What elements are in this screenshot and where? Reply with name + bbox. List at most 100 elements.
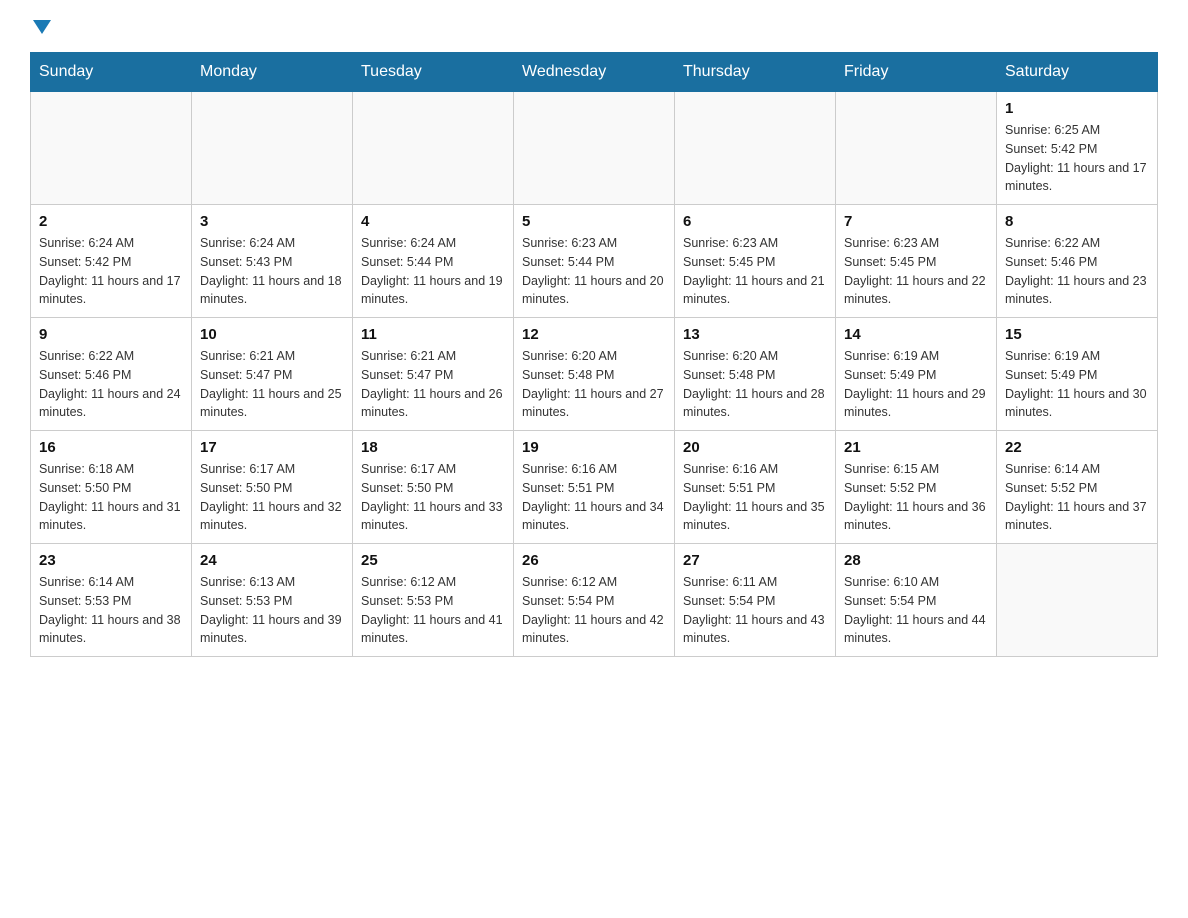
calendar-cell [997, 544, 1158, 657]
day-info: Sunrise: 6:13 AM Sunset: 5:53 PM Dayligh… [200, 573, 344, 648]
weekday-header-thursday: Thursday [675, 53, 836, 92]
day-info: Sunrise: 6:21 AM Sunset: 5:47 PM Dayligh… [200, 347, 344, 422]
day-info: Sunrise: 6:23 AM Sunset: 5:44 PM Dayligh… [522, 234, 666, 309]
calendar-cell: 9 Sunrise: 6:22 AM Sunset: 5:46 PM Daylig… [31, 318, 192, 431]
day-number: 27 [683, 552, 827, 569]
calendar-cell: 5Sunrise: 6:23 AM Sunset: 5:44 PM Daylig… [514, 205, 675, 318]
day-info: Sunrise: 6:24 AM Sunset: 5:43 PM Dayligh… [200, 234, 344, 309]
calendar-cell: 23 Sunrise: 6:14 AM Sunset: 5:53 PM Dayli… [31, 544, 192, 657]
logo [30, 20, 51, 32]
calendar-cell: 17Sunrise: 6:17 AM Sunset: 5:50 PM Dayli… [192, 431, 353, 544]
calendar-cell: 22 Sunrise: 6:14 AM Sunset: 5:52 PM Dayli… [997, 431, 1158, 544]
day-number: 21 [844, 439, 988, 456]
day-info: Sunrise: 6:11 AM Sunset: 5:54 PM Dayligh… [683, 573, 827, 648]
day-info: Sunrise: 6:17 AM Sunset: 5:50 PM Dayligh… [361, 460, 505, 535]
day-number: 24 [200, 552, 344, 569]
day-number: 19 [522, 439, 666, 456]
day-number: 7 [844, 213, 988, 230]
calendar-cell: 8 Sunrise: 6:22 AM Sunset: 5:46 PM Daylig… [997, 205, 1158, 318]
calendar-cell: 3 Sunrise: 6:24 AM Sunset: 5:43 PM Daylig… [192, 205, 353, 318]
calendar-cell: 28 Sunrise: 6:10 AM Sunset: 5:54 PM Dayli… [836, 544, 997, 657]
week-row-3: 9 Sunrise: 6:22 AM Sunset: 5:46 PM Daylig… [31, 318, 1158, 431]
calendar-cell: 4 Sunrise: 6:24 AM Sunset: 5:44 PM Daylig… [353, 205, 514, 318]
day-number: 4 [361, 213, 505, 230]
day-info: Sunrise: 6:22 AM Sunset: 5:46 PM Dayligh… [39, 347, 183, 422]
day-number: 25 [361, 552, 505, 569]
calendar-cell: 20 Sunrise: 6:16 AM Sunset: 5:51 PM Dayli… [675, 431, 836, 544]
calendar-cell: 13 Sunrise: 6:20 AM Sunset: 5:48 PM Dayli… [675, 318, 836, 431]
weekday-header-row: SundayMondayTuesdayWednesdayThursdayFrid… [31, 53, 1158, 92]
weekday-header-wednesday: Wednesday [514, 53, 675, 92]
calendar-cell: 2 Sunrise: 6:24 AM Sunset: 5:42 PM Daylig… [31, 205, 192, 318]
day-info: Sunrise: 6:12 AM Sunset: 5:54 PM Dayligh… [522, 573, 666, 648]
calendar-table: SundayMondayTuesdayWednesdayThursdayFrid… [30, 52, 1158, 657]
day-number: 12 [522, 326, 666, 343]
calendar-cell: 12 Sunrise: 6:20 AM Sunset: 5:48 PM Dayli… [514, 318, 675, 431]
day-info: Sunrise: 6:17 AM Sunset: 5:50 PM Dayligh… [200, 460, 344, 535]
day-number: 18 [361, 439, 505, 456]
day-info: Sunrise: 6:19 AM Sunset: 5:49 PM Dayligh… [1005, 347, 1149, 422]
calendar-cell: 27 Sunrise: 6:11 AM Sunset: 5:54 PM Dayli… [675, 544, 836, 657]
day-number: 16 [39, 439, 183, 456]
calendar-cell: 25Sunrise: 6:12 AM Sunset: 5:53 PM Dayli… [353, 544, 514, 657]
day-info: Sunrise: 6:22 AM Sunset: 5:46 PM Dayligh… [1005, 234, 1149, 309]
calendar-cell: 18 Sunrise: 6:17 AM Sunset: 5:50 PM Dayli… [353, 431, 514, 544]
calendar-cell: 11 Sunrise: 6:21 AM Sunset: 5:47 PM Dayli… [353, 318, 514, 431]
calendar-header: SundayMondayTuesdayWednesdayThursdayFrid… [31, 53, 1158, 92]
calendar-cell: 14 Sunrise: 6:19 AM Sunset: 5:49 PM Dayli… [836, 318, 997, 431]
day-info: Sunrise: 6:15 AM Sunset: 5:52 PM Dayligh… [844, 460, 988, 535]
week-row-4: 16 Sunrise: 6:18 AM Sunset: 5:50 PM Dayli… [31, 431, 1158, 544]
weekday-header-tuesday: Tuesday [353, 53, 514, 92]
day-number: 22 [1005, 439, 1149, 456]
calendar-cell: 24 Sunrise: 6:13 AM Sunset: 5:53 PM Dayli… [192, 544, 353, 657]
day-info: Sunrise: 6:14 AM Sunset: 5:52 PM Dayligh… [1005, 460, 1149, 535]
day-number: 26 [522, 552, 666, 569]
week-row-1: 1Sunrise: 6:25 AM Sunset: 5:42 PM Daylig… [31, 92, 1158, 205]
calendar-cell: 6 Sunrise: 6:23 AM Sunset: 5:45 PM Daylig… [675, 205, 836, 318]
calendar-cell [353, 92, 514, 205]
logo-arrow-icon [33, 20, 51, 34]
day-number: 3 [200, 213, 344, 230]
day-number: 6 [683, 213, 827, 230]
day-info: Sunrise: 6:16 AM Sunset: 5:51 PM Dayligh… [683, 460, 827, 535]
day-number: 9 [39, 326, 183, 343]
day-number: 14 [844, 326, 988, 343]
calendar-cell: 21 Sunrise: 6:15 AM Sunset: 5:52 PM Dayli… [836, 431, 997, 544]
calendar-cell [192, 92, 353, 205]
calendar-cell: 10 Sunrise: 6:21 AM Sunset: 5:47 PM Dayli… [192, 318, 353, 431]
day-info: Sunrise: 6:10 AM Sunset: 5:54 PM Dayligh… [844, 573, 988, 648]
calendar-cell [514, 92, 675, 205]
day-info: Sunrise: 6:20 AM Sunset: 5:48 PM Dayligh… [683, 347, 827, 422]
day-info: Sunrise: 6:25 AM Sunset: 5:42 PM Dayligh… [1005, 121, 1149, 196]
calendar-cell: 1Sunrise: 6:25 AM Sunset: 5:42 PM Daylig… [997, 92, 1158, 205]
day-info: Sunrise: 6:14 AM Sunset: 5:53 PM Dayligh… [39, 573, 183, 648]
day-info: Sunrise: 6:23 AM Sunset: 5:45 PM Dayligh… [683, 234, 827, 309]
calendar-cell: 19Sunrise: 6:16 AM Sunset: 5:51 PM Dayli… [514, 431, 675, 544]
weekday-header-friday: Friday [836, 53, 997, 92]
weekday-header-sunday: Sunday [31, 53, 192, 92]
calendar-body: 1Sunrise: 6:25 AM Sunset: 5:42 PM Daylig… [31, 92, 1158, 657]
week-row-5: 23 Sunrise: 6:14 AM Sunset: 5:53 PM Dayli… [31, 544, 1158, 657]
day-info: Sunrise: 6:23 AM Sunset: 5:45 PM Dayligh… [844, 234, 988, 309]
calendar-cell: 16 Sunrise: 6:18 AM Sunset: 5:50 PM Dayli… [31, 431, 192, 544]
day-info: Sunrise: 6:24 AM Sunset: 5:44 PM Dayligh… [361, 234, 505, 309]
calendar-cell [31, 92, 192, 205]
day-info: Sunrise: 6:19 AM Sunset: 5:49 PM Dayligh… [844, 347, 988, 422]
day-number: 28 [844, 552, 988, 569]
day-number: 2 [39, 213, 183, 230]
day-number: 15 [1005, 326, 1149, 343]
day-info: Sunrise: 6:18 AM Sunset: 5:50 PM Dayligh… [39, 460, 183, 535]
day-number: 10 [200, 326, 344, 343]
day-number: 20 [683, 439, 827, 456]
weekday-header-saturday: Saturday [997, 53, 1158, 92]
calendar-cell: 26 Sunrise: 6:12 AM Sunset: 5:54 PM Dayli… [514, 544, 675, 657]
day-number: 8 [1005, 213, 1149, 230]
day-number: 13 [683, 326, 827, 343]
calendar-cell [836, 92, 997, 205]
day-info: Sunrise: 6:24 AM Sunset: 5:42 PM Dayligh… [39, 234, 183, 309]
day-info: Sunrise: 6:21 AM Sunset: 5:47 PM Dayligh… [361, 347, 505, 422]
calendar-cell [675, 92, 836, 205]
day-info: Sunrise: 6:20 AM Sunset: 5:48 PM Dayligh… [522, 347, 666, 422]
day-number: 23 [39, 552, 183, 569]
day-number: 11 [361, 326, 505, 343]
